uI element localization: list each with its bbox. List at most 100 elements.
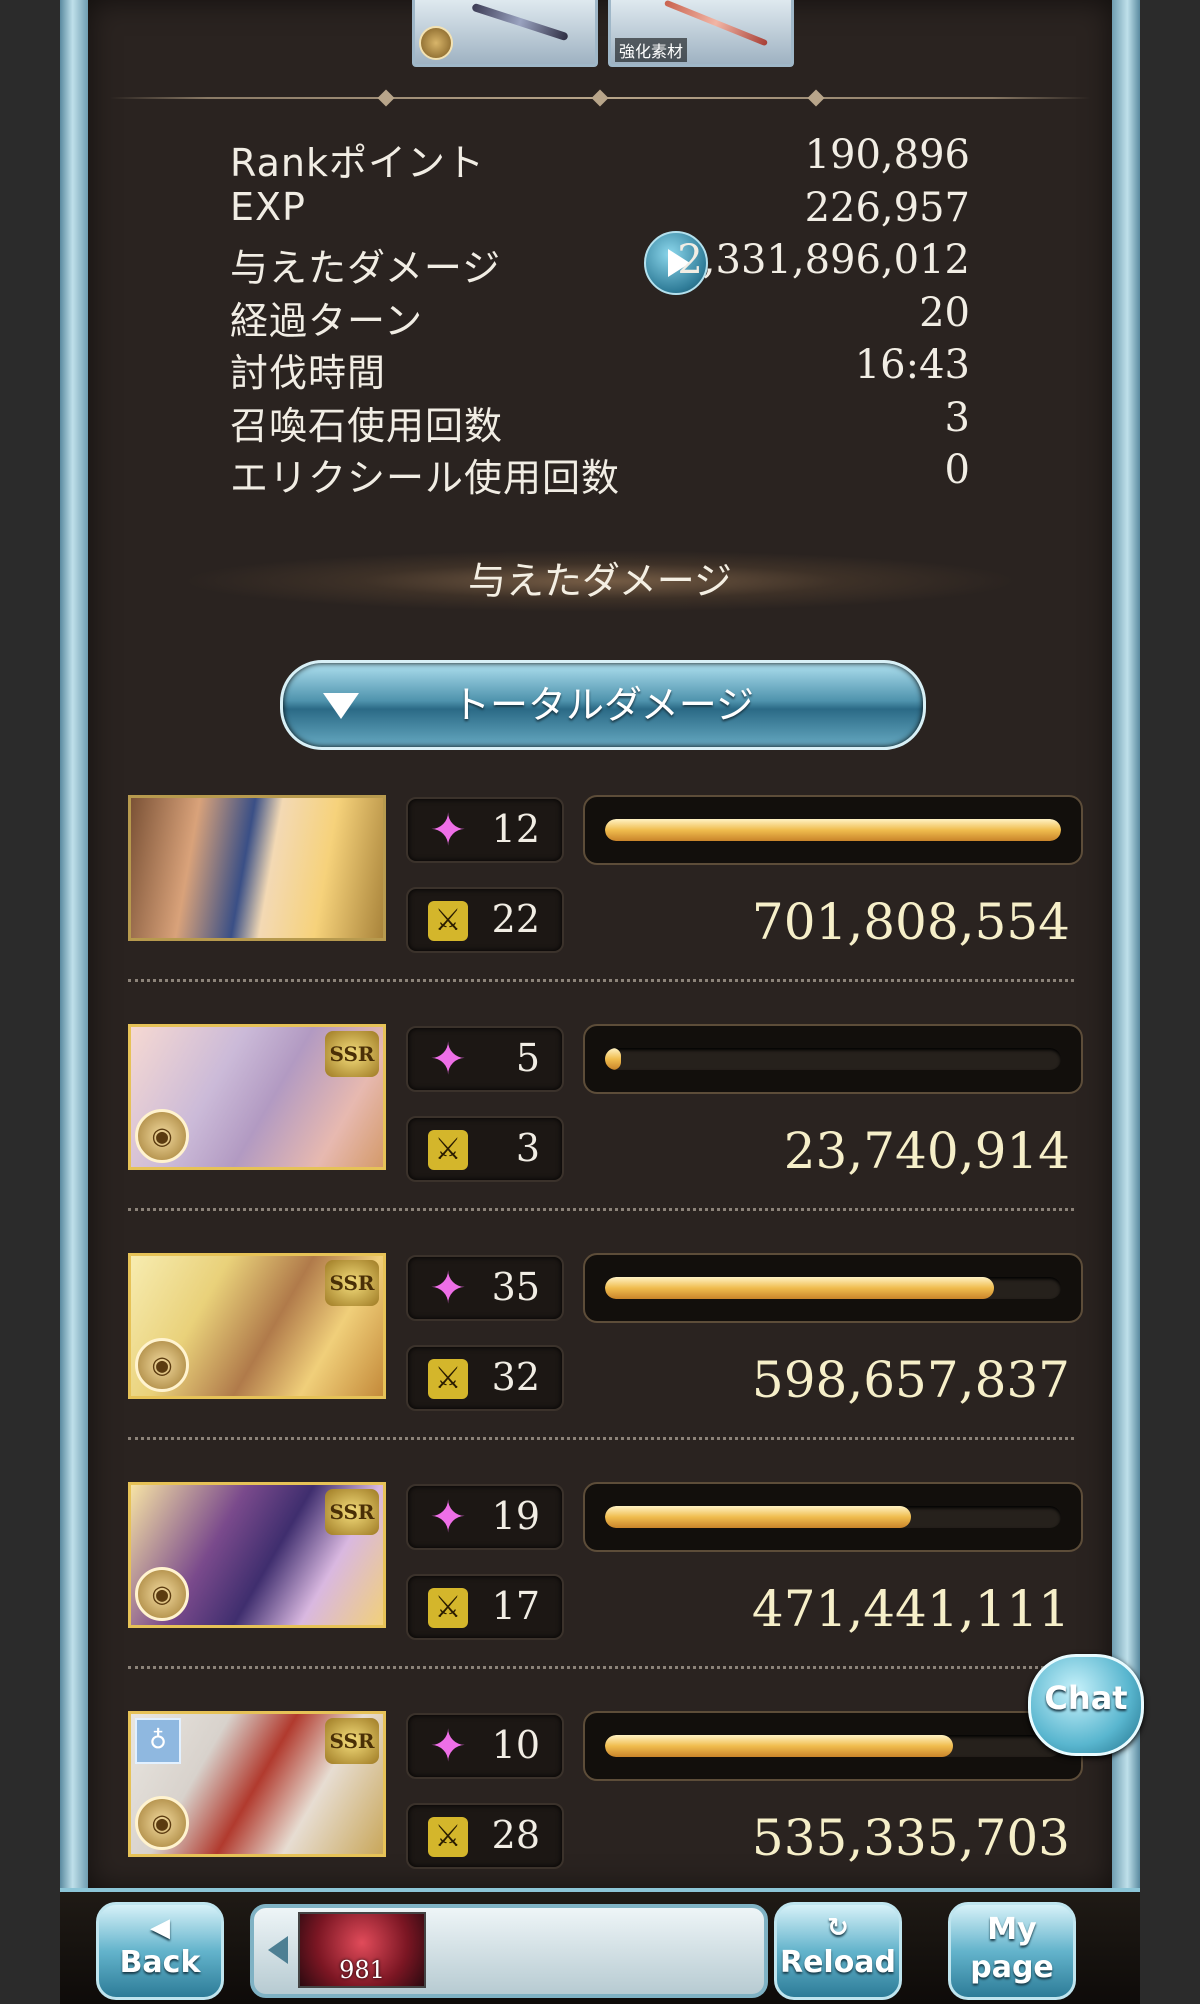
skill-count-box: ✦ 12 (406, 797, 564, 863)
sort-button-label: トータルダメージ (451, 683, 755, 727)
character-portrait[interactable]: ♁ SSR ◉ (128, 1711, 386, 1857)
stat-value: 226,957 (804, 184, 970, 231)
party-member-row: SSR ◉ ✦ 35 ⚔ 32 598,657,837 (128, 1253, 1088, 1453)
stat-value: 3 (944, 394, 970, 441)
stat-elixir-uses: エリクシール使用回数 0 (230, 445, 970, 500)
sparkle-icon: ✦ (429, 805, 467, 856)
crossed-swords-icon: ⚔ (428, 1130, 468, 1170)
frame-left-border (60, 0, 88, 1890)
damage-value: 598,657,837 (751, 1351, 1070, 1409)
chat-button[interactable]: Chat (1028, 1654, 1144, 1756)
stat-turns: 経過ターン 20 (230, 288, 970, 343)
sparkle-icon: ✦ (429, 1492, 467, 1543)
type-badge-icon: ♁ (135, 1718, 181, 1764)
section-title: 与えたダメージ (180, 550, 1020, 612)
ornament-divider (110, 89, 1090, 107)
element-badge-icon: ◉ (135, 1796, 189, 1850)
bottom-nav-bar: ◀ Back 981 ↻ Reload My page (60, 1888, 1140, 2004)
party-member-row: SSR ◉ ✦ 5 ⚔ 3 23,740,914 (128, 1024, 1088, 1224)
party-member-row: ♁ SSR ◉ ✦ 10 ⚔ 28 535,335,703 (128, 1711, 1088, 1911)
frame-right-border (1112, 0, 1140, 1890)
stat-value: 16:43 (854, 342, 970, 388)
stat-exp: EXP 226,957 (230, 183, 970, 236)
attack-count-box: ⚔ 32 (406, 1345, 564, 1411)
sword-icon (471, 2, 569, 42)
stat-label: 召喚石使用回数 (230, 403, 504, 448)
row-divider (128, 1437, 1074, 1440)
stat-label: EXP (230, 184, 306, 229)
damage-value: 535,335,703 (751, 1809, 1070, 1867)
skill-count-box: ✦ 35 (406, 1255, 564, 1321)
crossed-swords-icon: ⚔ (428, 1588, 468, 1628)
ssr-badge: SSR (325, 1718, 379, 1764)
row-divider (128, 1208, 1074, 1211)
element-badge-icon: ◉ (135, 1338, 189, 1392)
damage-value: 23,740,914 (783, 1122, 1070, 1180)
skill-count: 5 (515, 1036, 540, 1080)
damage-bar-fill (605, 1735, 953, 1757)
reload-icon: ↻ (827, 1913, 849, 1943)
row-divider (128, 1666, 1074, 1669)
stat-label: 与えたダメージ (230, 246, 502, 290)
sparkle-icon: ✦ (429, 1034, 467, 1085)
reward-item-weapon[interactable] (412, 0, 598, 67)
stat-summon-uses: 召喚石使用回数 3 (230, 393, 970, 448)
reload-label: Reload (779, 1945, 897, 1980)
stat-label: エリクシール使用回数 (230, 456, 621, 500)
element-badge-icon: ◉ (135, 1109, 189, 1163)
back-arrow-icon: ◀ (150, 1913, 170, 1943)
damage-bar-fill (605, 1277, 994, 1299)
item-thumbnail[interactable]: 981 (298, 1912, 426, 1988)
damage-value: 701,808,554 (751, 893, 1070, 951)
attack-count-box: ⚔ 22 (406, 887, 564, 953)
stat-label: Rankポイント (230, 141, 485, 185)
stat-value: 190,896 (804, 132, 970, 178)
skill-count: 35 (491, 1265, 540, 1309)
stat-value: 0 (944, 447, 970, 493)
attack-count-box: ⚔ 28 (406, 1803, 564, 1869)
attack-count: 22 (491, 897, 540, 941)
stat-damage-dealt: 与えたダメージ 2,331,896,012 (230, 231, 970, 295)
damage-bar (583, 1482, 1083, 1552)
ssr-badge: SSR (325, 1031, 379, 1077)
skill-count-box: ✦ 10 (406, 1713, 564, 1779)
element-badge-icon (419, 26, 453, 60)
sparkle-icon: ✦ (429, 1263, 467, 1314)
attack-count: 28 (491, 1813, 540, 1857)
attack-count-box: ⚔ 17 (406, 1574, 564, 1640)
damage-bar (583, 1253, 1083, 1323)
crossed-swords-icon: ⚔ (428, 1817, 468, 1857)
skill-count-box: ✦ 5 (406, 1026, 564, 1092)
crossed-swords-icon: ⚔ (428, 901, 468, 941)
element-badge-icon: ◉ (135, 1567, 189, 1621)
damage-bar-fill (605, 1048, 621, 1070)
reward-items: 強化素材 (412, 0, 794, 67)
character-portrait[interactable]: SSR ◉ (128, 1482, 386, 1628)
sparkle-icon: ✦ (429, 1721, 467, 1772)
total-damage-sort-button[interactable]: トータルダメージ (280, 660, 926, 750)
stat-label: 討伐時間 (230, 351, 387, 395)
skill-count: 19 (491, 1494, 540, 1538)
skill-count: 12 (491, 807, 540, 851)
attack-count: 32 (491, 1355, 540, 1399)
reload-button[interactable]: ↻ Reload (774, 1902, 902, 2000)
damage-bar (583, 795, 1083, 865)
character-portrait[interactable]: SSR ◉ (128, 1253, 386, 1399)
party-member-row: SSR ◉ ✦ 19 ⚔ 17 471,441,111 (128, 1482, 1088, 1682)
row-divider (128, 979, 1074, 982)
reward-item-material[interactable]: 強化素材 (608, 0, 794, 67)
stat-value: 20 (919, 289, 970, 336)
character-portrait[interactable] (128, 795, 386, 941)
mypage-button[interactable]: My page (948, 1902, 1076, 2000)
back-button[interactable]: ◀ Back (96, 1902, 224, 2000)
stat-label: 経過ターン (230, 298, 424, 343)
character-portrait[interactable]: SSR ◉ (128, 1024, 386, 1170)
item-shortcut-panel[interactable]: 981 (250, 1904, 768, 1998)
left-arrow-icon[interactable] (268, 1936, 288, 1964)
damage-bar (583, 1711, 1083, 1781)
ssr-badge: SSR (325, 1260, 379, 1306)
mypage-label: My page (970, 1912, 1054, 1985)
back-label: Back (119, 1945, 201, 1980)
damage-value: 471,441,111 (751, 1580, 1070, 1638)
stat-value: 2,331,896,012 (677, 237, 970, 283)
